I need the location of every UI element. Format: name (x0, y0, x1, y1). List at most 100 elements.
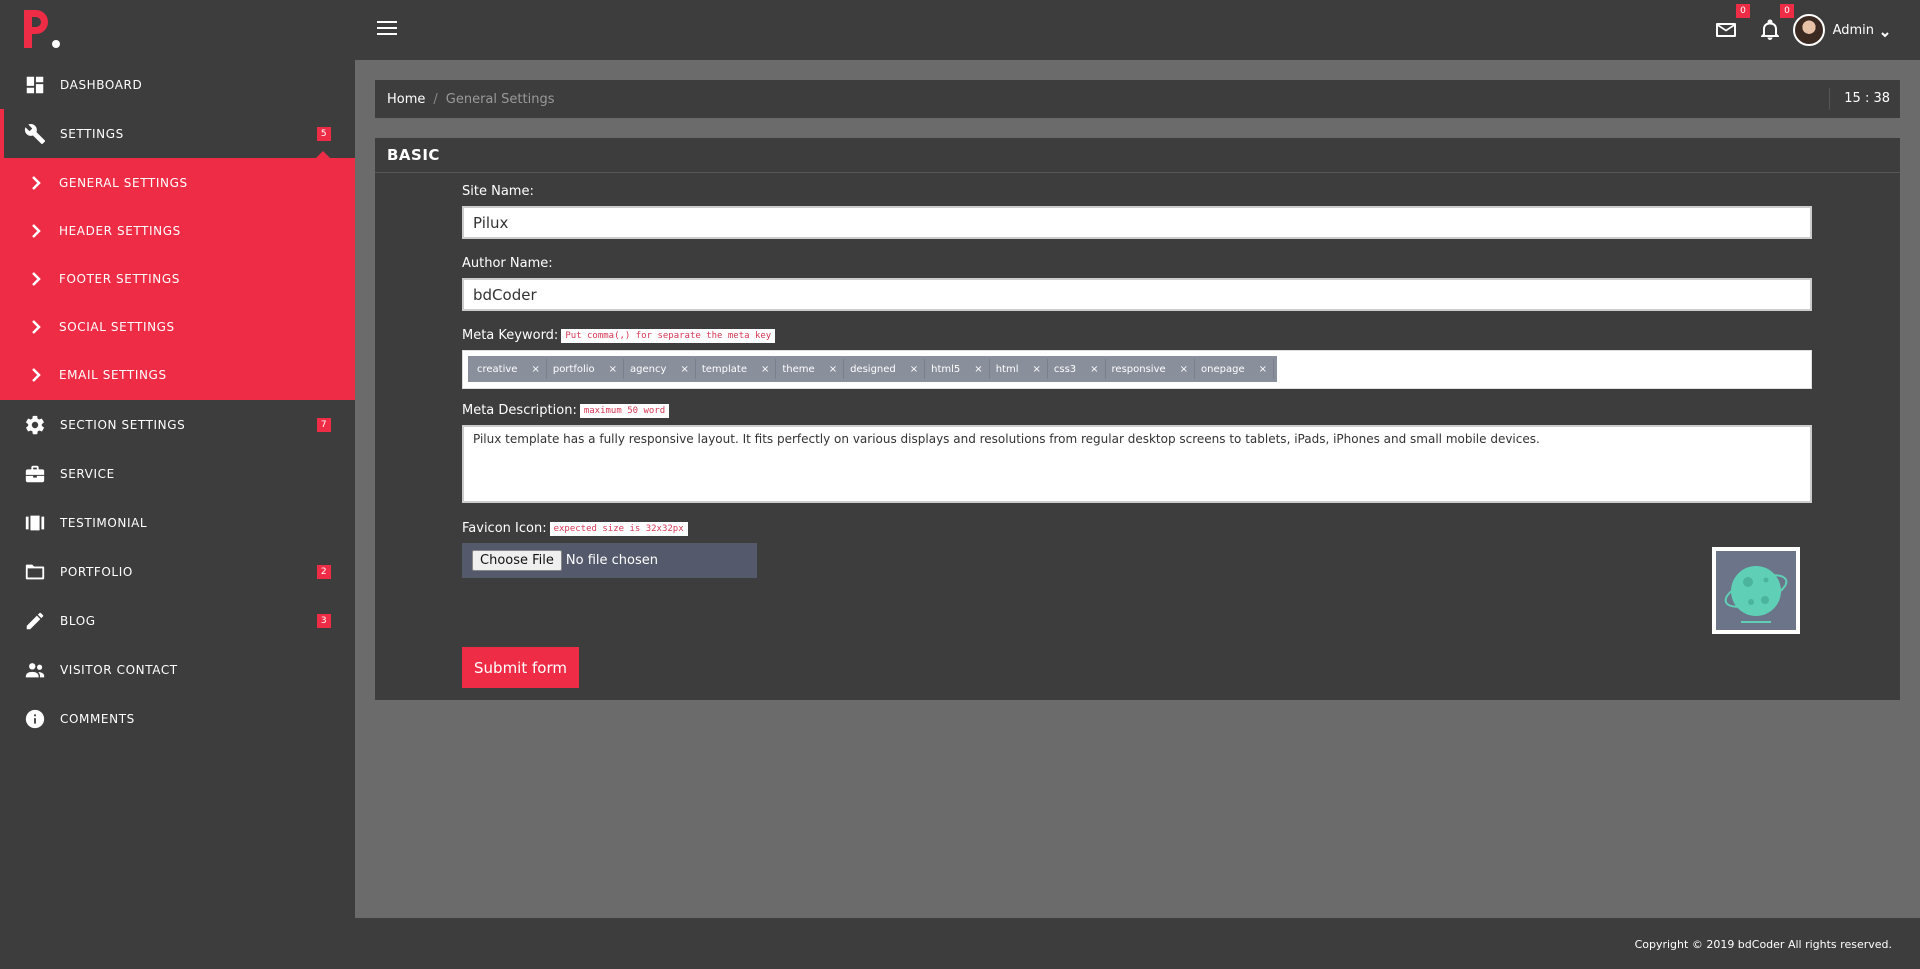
sidebar-item-dashboard[interactable]: DASHBOARD (0, 60, 355, 109)
user-name: Admin (1832, 22, 1874, 38)
user-menu[interactable]: Admin (1792, 14, 1890, 46)
card-title: BASIC (375, 138, 1900, 173)
site-name-value: Pilux (473, 213, 509, 232)
sidebar-item-label: DASHBOARD (60, 77, 143, 92)
meta-description-label-text: Meta Description: (462, 403, 577, 418)
sidebar-item-section-settings[interactable]: SECTION SETTINGS 7 (0, 400, 355, 449)
remove-tag-icon[interactable]: × (761, 364, 769, 375)
mail-icon (1716, 23, 1736, 37)
chevron-right-icon (28, 271, 44, 287)
sidebar-item-comments[interactable]: COMMENTS (0, 694, 355, 743)
keyword-tag-label: html5 (931, 363, 961, 375)
keyword-tag[interactable]: responsive × (1105, 359, 1196, 379)
file-status: No file chosen (565, 553, 658, 568)
sidebar-item-settings[interactable]: SETTINGS 5 (0, 109, 355, 158)
keyword-tag[interactable]: portfolio × (546, 359, 625, 379)
submenu-item-social-settings[interactable]: SOCIAL SETTINGS (0, 303, 355, 351)
sidebar-item-portfolio[interactable]: PORTFOLIO 2 (0, 547, 355, 596)
keyword-tag[interactable]: agency × (624, 359, 696, 379)
gear-icon (24, 414, 46, 436)
remove-tag-icon[interactable]: × (531, 364, 539, 375)
menu-toggle-button[interactable] (377, 21, 397, 37)
author-name-input[interactable]: bdCoder (462, 278, 1812, 311)
meta-keyword-hint: Put comma(,) for separate the meta key (561, 328, 776, 343)
pencil-icon (24, 610, 46, 632)
sidebar-item-label: TESTIMONIAL (60, 515, 148, 530)
keyword-tag[interactable]: template × (695, 359, 777, 379)
author-name-value: bdCoder (473, 285, 537, 304)
keyword-tag-label: onepage (1201, 363, 1245, 375)
remove-tag-icon[interactable]: × (1032, 364, 1040, 375)
keyword-tag[interactable]: css3 × (1047, 359, 1106, 379)
submenu-item-footer-settings[interactable]: FOOTER SETTINGS (0, 255, 355, 303)
site-name-label-text: Site Name: (462, 184, 534, 199)
sidebar-item-testimonial[interactable]: TESTIMONIAL (0, 498, 355, 547)
keyword-tag[interactable]: html × (989, 359, 1048, 379)
keyword-tag-label: designed (850, 363, 896, 375)
meta-description-textarea[interactable]: Pilux template has a fully responsive la… (462, 425, 1812, 503)
sidebar-item-label: COMMENTS (60, 711, 135, 726)
people-icon (24, 659, 46, 681)
remove-tag-icon[interactable]: × (1259, 364, 1267, 375)
submenu-item-header-settings[interactable]: HEADER SETTINGS (0, 207, 355, 255)
remove-tag-icon[interactable]: × (1180, 364, 1188, 375)
keyword-tag-label: responsive (1111, 363, 1166, 375)
remove-tag-icon[interactable]: × (680, 364, 688, 375)
remove-tag-icon[interactable]: × (609, 364, 617, 375)
footer: Copyright © 2019 bdCoder All rights rese… (355, 918, 1920, 969)
remove-tag-icon[interactable]: × (829, 364, 837, 375)
sidebar-item-label: PORTFOLIO (60, 564, 133, 579)
film-icon (24, 512, 46, 534)
tag-list: creative × portfolio × agency × template × theme… (468, 356, 1278, 382)
submenu-item-label: GENERAL SETTINGS (59, 176, 188, 190)
favicon-label-text: Favicon Icon: (462, 521, 547, 536)
keyword-tag-label: theme (782, 363, 815, 375)
mail-count-badge: 0 (1736, 4, 1750, 18)
keyword-tag[interactable]: creative × (471, 359, 547, 379)
breadcrumb-home-link[interactable]: Home (387, 92, 425, 107)
favicon-preview (1712, 547, 1800, 634)
keyword-tag-label: template (701, 363, 747, 375)
keyword-tag[interactable]: onepage × (1195, 359, 1275, 379)
sidebar-item-label: SETTINGS (60, 126, 124, 141)
sidebar-item-label: SECTION SETTINGS (60, 417, 186, 432)
meta-keyword-tags-input[interactable]: creative × portfolio × agency × template × theme… (462, 350, 1812, 389)
settings-count-badge: 5 (317, 126, 331, 141)
sidebar-item-label: BLOG (60, 613, 96, 628)
remove-tag-icon[interactable]: × (1090, 364, 1098, 375)
submit-button[interactable]: Submit form (462, 647, 579, 688)
blog-count-badge: 3 (317, 613, 331, 628)
settings-submenu: GENERAL SETTINGS HEADER SETTINGS FOOTER … (0, 151, 355, 400)
favicon-file-input: Choose File No file chosen (462, 543, 757, 578)
logo-icon (24, 10, 60, 48)
keyword-tag[interactable]: designed × (844, 359, 926, 379)
submenu-item-general-settings[interactable]: GENERAL SETTINGS (0, 159, 355, 207)
breadcrumb-separator: / (433, 91, 438, 107)
planet-icon (1716, 551, 1796, 630)
choose-file-button[interactable]: Choose File (472, 550, 562, 571)
keyword-tag[interactable]: html5 × (925, 359, 990, 379)
submenu-item-label: SOCIAL SETTINGS (59, 320, 175, 334)
sidebar-item-blog[interactable]: BLOG 3 (0, 596, 355, 645)
sidebar-item-service[interactable]: SERVICE (0, 449, 355, 498)
hamburger-icon (377, 21, 397, 23)
logo[interactable] (0, 0, 355, 60)
briefcase-icon (24, 463, 46, 485)
submenu-item-email-settings[interactable]: EMAIL SETTINGS (0, 351, 355, 399)
meta-keyword-label-text: Meta Keyword: (462, 328, 559, 343)
topbar: 0 0 Admin (355, 0, 1920, 60)
remove-tag-icon[interactable]: × (974, 364, 982, 375)
chevron-right-icon (28, 223, 44, 239)
portfolio-count-badge: 2 (317, 564, 331, 579)
wrench-icon (24, 123, 46, 145)
site-name-input[interactable]: Pilux (462, 206, 1812, 239)
favicon-hint: expected size is 32x32px (549, 521, 688, 536)
chevron-right-icon (28, 175, 44, 191)
chevron-right-icon (28, 319, 44, 335)
notifications-button[interactable]: 0 (1758, 4, 1794, 42)
remove-tag-icon[interactable]: × (910, 364, 918, 375)
keyword-tag[interactable]: theme × (776, 359, 845, 379)
mail-button[interactable]: 0 (1714, 4, 1750, 42)
sidebar-item-visitor-contact[interactable]: VISITOR CONTACT (0, 645, 355, 694)
meta-description-label: Meta Description: maximum 50 word (462, 403, 1812, 418)
